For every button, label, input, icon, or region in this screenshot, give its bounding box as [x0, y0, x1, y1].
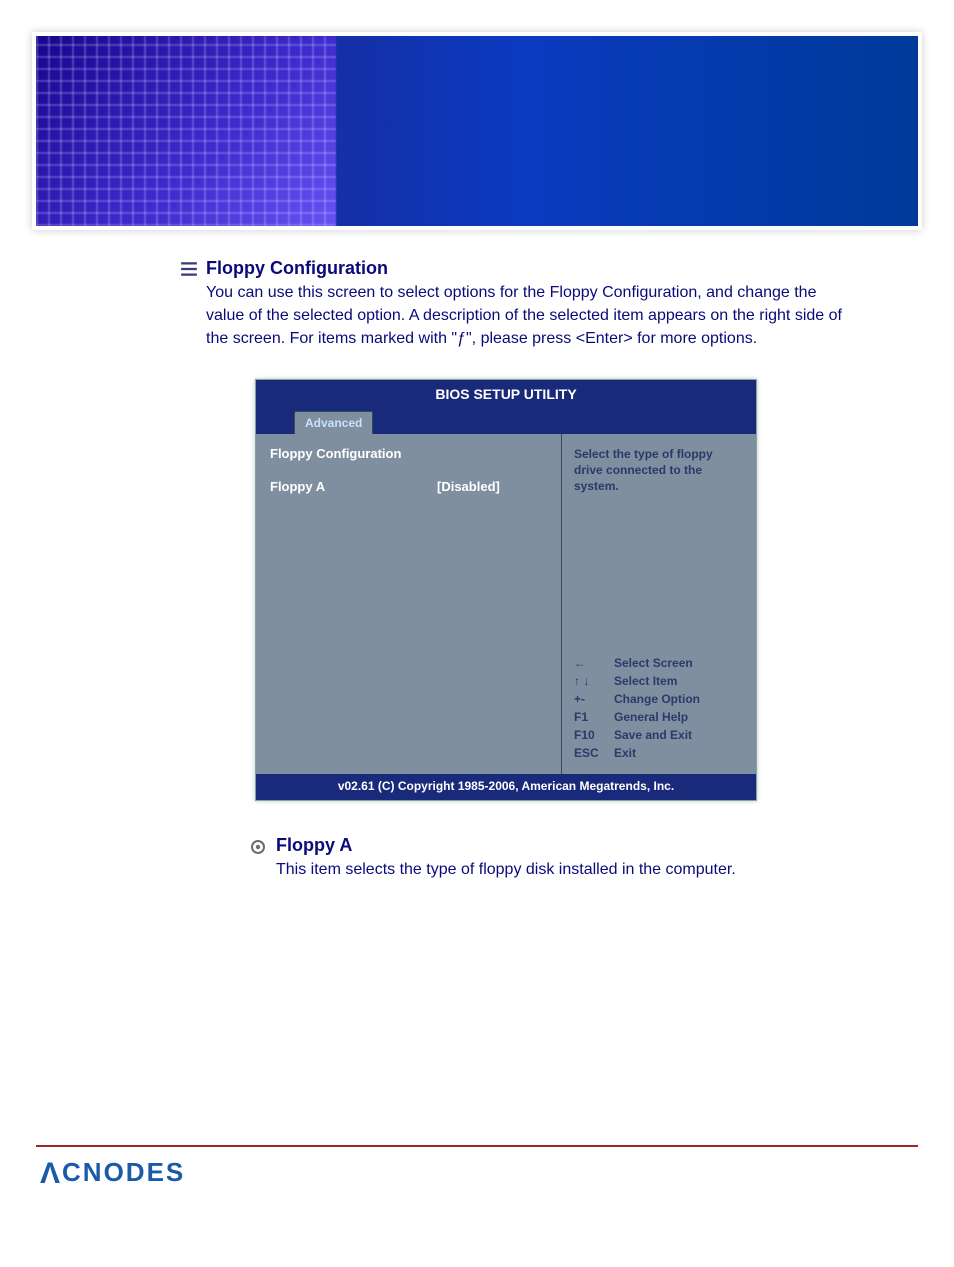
bios-item-floppy-a[interactable]: Floppy A [Disabled]: [270, 479, 547, 494]
brand-text: CNODES: [62, 1157, 185, 1187]
menu-icon: [180, 260, 198, 278]
key-symbol: ←: [574, 654, 614, 672]
key-symbol: ↑ ↓: [574, 672, 614, 690]
key-row: F1General Help: [574, 708, 744, 726]
key-row: ESCExit: [574, 744, 744, 762]
section-description: This item selects the type of floppy dis…: [276, 858, 894, 881]
key-symbol: F1: [574, 708, 614, 726]
brand-logo: ΛCNODES: [40, 1155, 185, 1189]
document-content: Floppy Configuration You can use this sc…: [0, 230, 954, 881]
header-banner: [32, 32, 922, 230]
bios-item-label: Floppy A: [270, 479, 437, 494]
key-desc: Exit: [614, 744, 636, 762]
bios-pane-heading: Floppy Configuration: [270, 446, 547, 461]
bios-left-pane: Floppy Configuration Floppy A [Disabled]: [256, 434, 562, 774]
key-symbol: ESC: [574, 744, 614, 762]
bios-right-pane: Select the type of floppy drive connecte…: [562, 434, 756, 774]
key-symbol: +-: [574, 690, 614, 708]
bios-menu-bar: Advanced: [256, 408, 756, 434]
bullet-circle-icon: [250, 839, 266, 855]
section-title: Floppy Configuration: [206, 258, 856, 279]
key-row: +-Change Option: [574, 690, 744, 708]
section-floppy-configuration: Floppy Configuration You can use this sc…: [60, 258, 894, 351]
bios-tab-advanced[interactable]: Advanced: [294, 411, 373, 434]
footer-divider: [36, 1145, 918, 1147]
bios-help-text: Select the type of floppy drive connecte…: [574, 446, 744, 495]
key-row: ←Select Screen: [574, 654, 744, 672]
bios-body: Floppy Configuration Floppy A [Disabled]…: [256, 434, 756, 774]
section-floppy-a: Floppy A This item selects the type of f…: [60, 835, 894, 881]
key-row: ↑ ↓Select Item: [574, 672, 744, 690]
section-description: You can use this screen to select option…: [206, 281, 856, 351]
bios-screenshot: BIOS SETUP UTILITY Advanced Floppy Confi…: [255, 379, 757, 801]
pcb-texture: [36, 36, 336, 226]
key-desc: Save and Exit: [614, 726, 692, 744]
bios-key-legend: ←Select Screen ↑ ↓Select Item +-Change O…: [574, 654, 744, 762]
brand-lambda-icon: Λ: [40, 1157, 62, 1191]
bios-title: BIOS SETUP UTILITY: [256, 380, 756, 408]
bios-footer: v02.61 (C) Copyright 1985-2006, American…: [256, 774, 756, 800]
key-desc: Select Item: [614, 672, 677, 690]
key-desc: Change Option: [614, 690, 700, 708]
key-symbol: F10: [574, 726, 614, 744]
section-title: Floppy A: [276, 835, 894, 856]
key-desc: General Help: [614, 708, 688, 726]
key-row: F10Save and Exit: [574, 726, 744, 744]
key-desc: Select Screen: [614, 654, 693, 672]
bios-item-value: [Disabled]: [437, 479, 547, 494]
